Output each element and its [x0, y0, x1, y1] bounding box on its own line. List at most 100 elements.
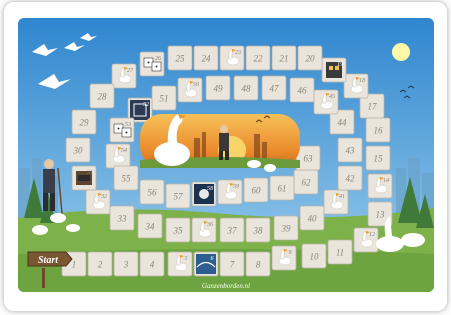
board-square: 2 — [87, 251, 113, 277]
square-number: 13 — [376, 210, 386, 220]
square-number: 41 — [339, 193, 345, 200]
square-number: 43 — [346, 146, 356, 156]
board-square: 5 — [167, 251, 193, 277]
square-number: 59 — [233, 184, 239, 190]
square-number: 56 — [148, 188, 158, 198]
board-square: 29 — [71, 109, 97, 135]
square-number: 61 — [278, 184, 287, 194]
board-square: 45 — [313, 89, 339, 115]
square-number: 27 — [127, 68, 134, 74]
board-square: 33 — [109, 205, 135, 231]
board-square: 4 — [139, 251, 165, 277]
board-square: 6 — [193, 251, 219, 277]
board-square: 36 — [191, 217, 217, 243]
game-board: 1 2 3 4 5 6 7 8 9 10 11 12 13 14 15 16 17 18 19 20 21 22 23 24 2… — [18, 18, 434, 292]
board-square: 22 — [245, 45, 271, 71]
square-number: 12 — [369, 232, 375, 238]
board-square: 60 — [243, 177, 269, 203]
board-square: 32 — [85, 189, 111, 215]
board-square: 11 — [327, 239, 353, 265]
square-number: 63 — [304, 154, 314, 164]
square-number: 57 — [174, 192, 184, 202]
square-number: 46 — [298, 86, 308, 96]
board-square: 20 — [297, 45, 323, 71]
square-number: 28 — [98, 92, 108, 102]
square-number: 19 — [337, 62, 343, 68]
board-square: 3 — [113, 251, 139, 277]
board-square: 18 — [343, 73, 369, 99]
board-square: 46 — [289, 77, 315, 103]
square-number: 5 — [185, 256, 188, 262]
square-number: 9 — [289, 250, 292, 256]
board-square: 27 — [111, 63, 137, 89]
board-square: 56 — [139, 179, 165, 205]
square-number: 38 — [253, 226, 264, 236]
sun-icon — [392, 43, 410, 61]
board-square: 57 — [165, 183, 191, 209]
square-number: 37 — [227, 226, 238, 236]
board-square: 37 — [219, 217, 245, 243]
square-number: 2 — [98, 260, 103, 270]
square-number: 24 — [202, 54, 212, 64]
square-number: 22 — [254, 54, 264, 64]
square-number: 50 — [193, 82, 199, 88]
square-number: 14 — [383, 177, 389, 184]
square-number: 10 — [310, 252, 320, 262]
board-square: 30 — [65, 137, 91, 163]
board-square: 28 — [89, 83, 115, 109]
board-square: 14 — [367, 173, 393, 199]
square-number: 16 — [374, 126, 384, 136]
board-square: 42 — [337, 165, 363, 191]
square-number: 31 — [86, 170, 93, 176]
square-number: 52 — [143, 102, 149, 108]
square-number: 33 — [117, 214, 128, 224]
square-number: 8 — [256, 260, 261, 270]
board-square: 25 — [167, 45, 193, 71]
square-number: 36 — [206, 222, 213, 228]
square-number: 3 — [123, 260, 129, 270]
board-square: 15 — [365, 145, 391, 171]
square-number: 45 — [329, 93, 335, 100]
square-number: 30 — [73, 146, 84, 156]
board-square: 21 — [271, 45, 297, 71]
square-number: 15 — [374, 154, 384, 164]
square-number: 39 — [281, 224, 292, 234]
board-square: 12 — [353, 227, 379, 253]
board-square: 10 — [301, 243, 327, 269]
square-number: 23 — [235, 50, 241, 56]
website-label: Ganzenborden.nl — [202, 282, 250, 290]
square-number: 53 — [125, 122, 131, 128]
square-number: 7 — [230, 260, 235, 270]
square-number: 29 — [80, 118, 90, 128]
board-square: 43 — [337, 137, 363, 163]
board-square: 19 — [321, 57, 347, 83]
square-number: 62 — [302, 178, 312, 188]
square-number: 54 — [121, 147, 127, 154]
board-square: 50 — [177, 77, 203, 103]
board-square: 58 — [191, 181, 217, 207]
board-square: 55 — [113, 165, 139, 191]
square-number: 44 — [338, 118, 348, 128]
square-number: 60 — [252, 186, 262, 196]
square-number: 26 — [155, 56, 161, 62]
board-square: 23 — [219, 45, 245, 71]
square-number: 25 — [176, 54, 186, 64]
square-number: 58 — [207, 186, 213, 192]
board-square: 16 — [365, 117, 391, 143]
board-square: 53 — [109, 117, 135, 143]
square-number: 20 — [306, 54, 316, 64]
board-square: 24 — [193, 45, 219, 71]
square-number: 40 — [308, 214, 318, 224]
square-number: 42 — [346, 174, 356, 184]
board-square: 31 — [71, 165, 97, 191]
board-square: 9 — [271, 245, 297, 271]
board-square: 41 — [323, 189, 349, 215]
square-number: 4 — [150, 260, 155, 270]
square-number: 48 — [242, 84, 252, 94]
square-number: 49 — [214, 84, 224, 94]
board-square: 40 — [299, 205, 325, 231]
board-square: 61 — [269, 175, 295, 201]
board-square: 35 — [165, 217, 191, 243]
board-square: 51 — [151, 85, 177, 111]
square-number: 32 — [100, 194, 107, 200]
